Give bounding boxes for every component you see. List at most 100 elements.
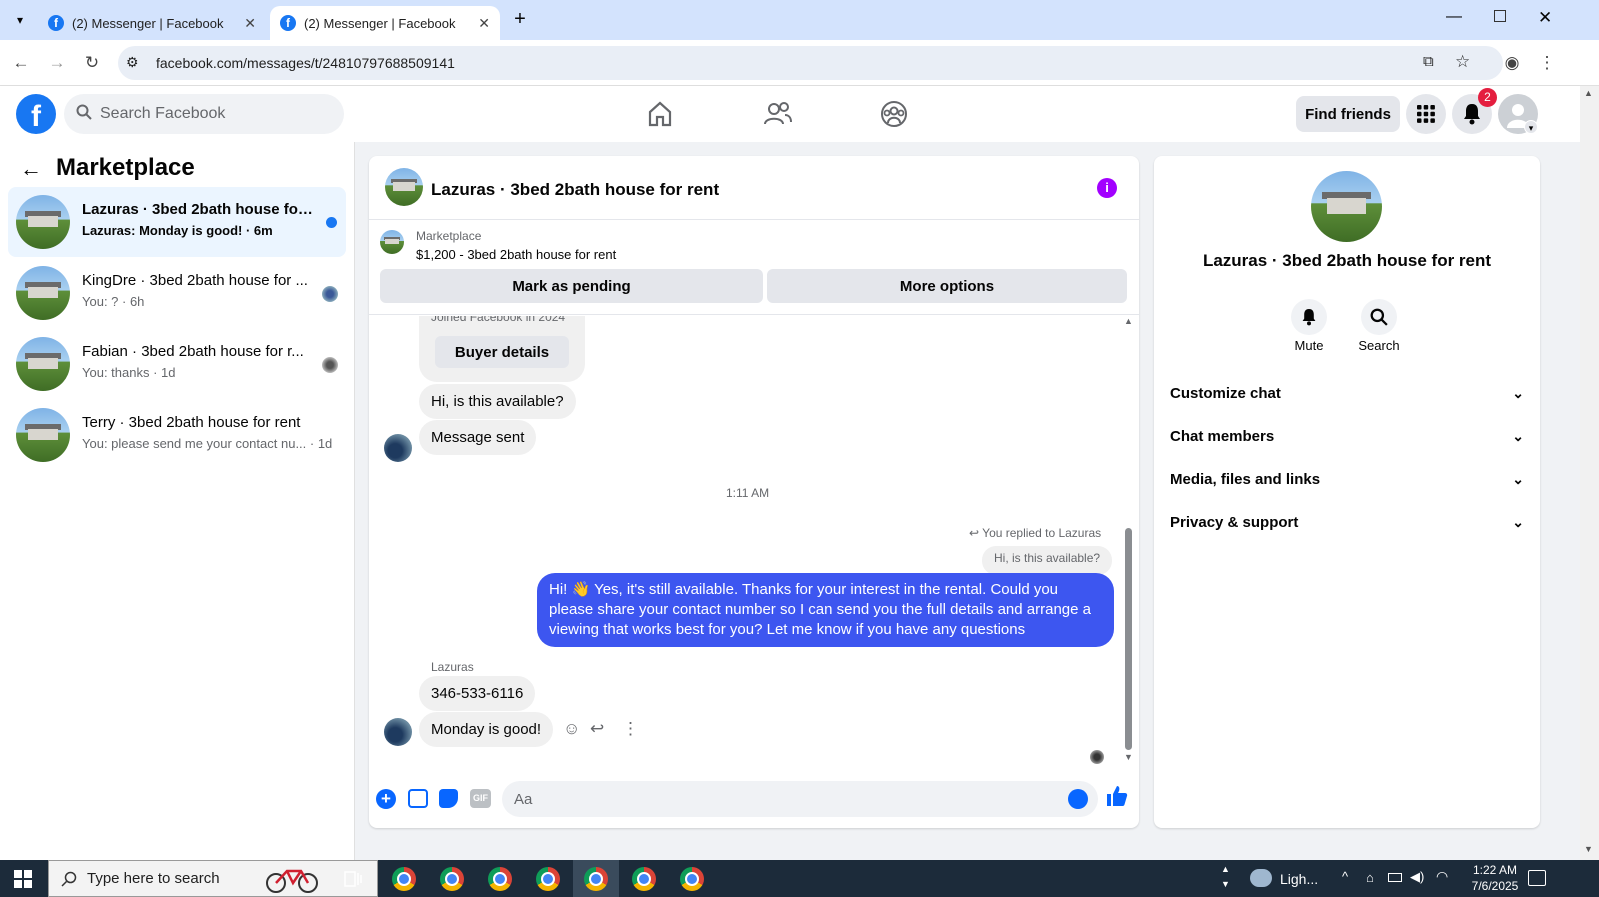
profile-photo[interactable] <box>1311 171 1382 242</box>
browser-menu-icon[interactable]: ⋮ <box>1534 50 1560 76</box>
chrome-taskbar-app[interactable] <box>669 860 715 897</box>
privacy-support-section[interactable]: Privacy & support ⌄ <box>1170 502 1524 542</box>
chrome-taskbar-app[interactable] <box>621 860 667 897</box>
scroll-up-arrow[interactable]: ▲ <box>1124 316 1133 326</box>
notification-center-icon[interactable] <box>1528 870 1546 886</box>
find-friends-button[interactable]: Find friends <box>1296 96 1400 132</box>
back-arrow-icon[interactable]: ← <box>20 156 42 182</box>
search-placeholder: Search Facebook <box>100 105 226 122</box>
chat-info-title: Lazuras · 3bed 2bath house for rent <box>1202 251 1492 270</box>
wifi-icon[interactable]: ◠ <box>1436 868 1448 885</box>
message-input[interactable]: Aa <box>502 781 1098 817</box>
scroll-down-arrow[interactable]: ▼ <box>1584 844 1593 854</box>
chevron-down-icon: ▾ <box>1524 120 1538 134</box>
gif-icon[interactable]: GIF <box>470 789 491 808</box>
browser-tab-2[interactable]: f (2) Messenger | Facebook ✕ <box>270 6 500 40</box>
conversation-item[interactable]: Lazuras · 3bed 2bath house for r... Lazu… <box>8 187 346 257</box>
reply-icon[interactable]: ↩ <box>590 719 604 739</box>
browser-tab-1[interactable]: f (2) Messenger | Facebook ✕ <box>38 6 266 40</box>
incoming-message[interactable]: Monday is good! <box>419 712 554 747</box>
more-icon[interactable]: ⋮ <box>622 719 639 739</box>
weather-icon[interactable] <box>1250 869 1272 887</box>
chat-members-section[interactable]: Chat members ⌄ <box>1170 416 1524 456</box>
conversation-item[interactable]: Terry · 3bed 2bath house for rent You: p… <box>8 400 346 470</box>
search-input[interactable]: Search Facebook <box>64 94 344 134</box>
home-icon[interactable] <box>644 98 676 130</box>
incoming-message[interactable]: Hi, is this available? <box>419 384 576 419</box>
info-icon[interactable]: i <box>1097 178 1117 198</box>
chrome-taskbar-app[interactable] <box>381 860 427 897</box>
search-button[interactable] <box>1361 299 1397 335</box>
battery-icon[interactable] <box>1388 873 1402 882</box>
chrome-taskbar-app-active[interactable] <box>573 860 619 897</box>
seen-avatar <box>322 286 338 302</box>
address-bar[interactable]: ⚙ facebook.com/messages/t/24810797688509… <box>118 46 1503 80</box>
clock[interactable]: 1:22 AM 7/6/2025 <box>1460 862 1530 894</box>
plus-icon[interactable]: + <box>376 789 396 809</box>
chrome-taskbar-app[interactable] <box>429 860 475 897</box>
chat-scrollbar-thumb[interactable] <box>1125 528 1132 750</box>
close-tab-icon[interactable]: ✕ <box>244 15 256 32</box>
weather-text[interactable]: Ligh... <box>1280 871 1318 887</box>
chrome-taskbar-app[interactable] <box>525 860 571 897</box>
taskbar-scroll-arrows[interactable]: ▲ ▼ <box>1221 862 1230 892</box>
customize-chat-section[interactable]: Customize chat ⌄ <box>1170 373 1524 413</box>
chrome-taskbar-app[interactable] <box>477 860 523 897</box>
more-options-button[interactable]: More options <box>767 269 1127 303</box>
forward-icon[interactable]: → <box>44 50 70 76</box>
taskbar-search-input[interactable]: Type here to search <box>48 860 378 897</box>
maximize-button[interactable] <box>1494 10 1506 22</box>
chat-title[interactable]: Lazuras · 3bed 2bath house for rent <box>431 180 719 200</box>
reload-icon[interactable]: ↻ <box>79 50 105 76</box>
close-window-button[interactable]: ✕ <box>1538 8 1552 28</box>
site-info-icon[interactable]: ⚙ <box>126 54 139 71</box>
message-scroll-area[interactable]: Joined Facebook in 2024 Buyer details Hi… <box>369 316 1139 774</box>
photo-icon[interactable] <box>408 789 428 808</box>
notifications-button[interactable]: 2 <box>1452 88 1497 134</box>
listing-title[interactable]: $1,200 - 3bed 2bath house for rent <box>416 247 616 262</box>
friends-icon[interactable] <box>762 98 794 130</box>
mute-button[interactable] <box>1291 299 1327 335</box>
new-tab-button[interactable]: + <box>508 8 532 32</box>
browser-tab-strip: ▾ f (2) Messenger | Facebook ✕ f (2) Mes… <box>0 0 1599 40</box>
button-label: More options <box>899 277 995 295</box>
thumbs-up-icon[interactable] <box>1106 785 1128 812</box>
profile-icon[interactable]: ◉ <box>1499 50 1525 76</box>
incoming-message[interactable]: Message sent <box>419 420 537 455</box>
bookmark-star-icon[interactable]: ☆ <box>1455 52 1470 72</box>
close-tab-icon[interactable]: ✕ <box>478 15 490 32</box>
sticker-icon[interactable] <box>439 789 458 808</box>
scroll-down-arrow[interactable]: ▼ <box>1124 752 1133 762</box>
react-icon[interactable]: ☺ <box>563 719 580 739</box>
task-view-icon[interactable] <box>330 860 376 897</box>
button-label: Buyer details <box>454 343 550 361</box>
minimize-button[interactable]: — <box>1446 8 1462 26</box>
chrome-icon <box>632 866 656 891</box>
groups-icon[interactable] <box>878 98 910 130</box>
facebook-logo[interactable]: f <box>16 94 56 134</box>
network-icon[interactable]: ⌂ <box>1366 870 1374 885</box>
back-icon[interactable]: ← <box>8 50 34 76</box>
scroll-up-arrow[interactable]: ▲ <box>1584 88 1593 98</box>
buyer-details-button[interactable]: Buyer details <box>435 336 569 368</box>
mark-as-pending-button[interactable]: Mark as pending <box>380 269 763 303</box>
conversation-preview: You: thanks · 1d <box>82 365 176 380</box>
conversation-item[interactable]: Fabian · 3bed 2bath house for r... You: … <box>8 329 346 399</box>
chat-avatar[interactable] <box>385 168 423 206</box>
volume-icon[interactable]: ◀) <box>1410 869 1424 885</box>
emoji-icon[interactable] <box>1068 789 1088 809</box>
message-timestamp: 1:11 AM <box>726 486 770 500</box>
menu-grid-button[interactable] <box>1406 94 1446 134</box>
media-files-links-section[interactable]: Media, files and links ⌄ <box>1170 459 1524 499</box>
bicycle-icon <box>265 865 319 897</box>
outgoing-message[interactable]: Hi! 👋 Yes, it's still available. Thanks … <box>537 573 1114 647</box>
section-label: Media, files and links <box>1170 470 1321 488</box>
account-avatar[interactable]: ▾ <box>1498 94 1538 134</box>
conversation-item[interactable]: KingDre · 3bed 2bath house for ... You: … <box>8 258 346 328</box>
tray-chevron-icon[interactable]: ^ <box>1342 869 1348 884</box>
incoming-message[interactable]: 346-533-6116 <box>419 676 536 711</box>
install-app-icon[interactable]: ⧉ <box>1423 53 1434 70</box>
tab-list-dropdown[interactable]: ▾ <box>8 8 32 32</box>
windows-start-icon[interactable] <box>14 870 32 888</box>
page-scrollbar[interactable]: ▲ ▼ <box>1580 86 1599 860</box>
